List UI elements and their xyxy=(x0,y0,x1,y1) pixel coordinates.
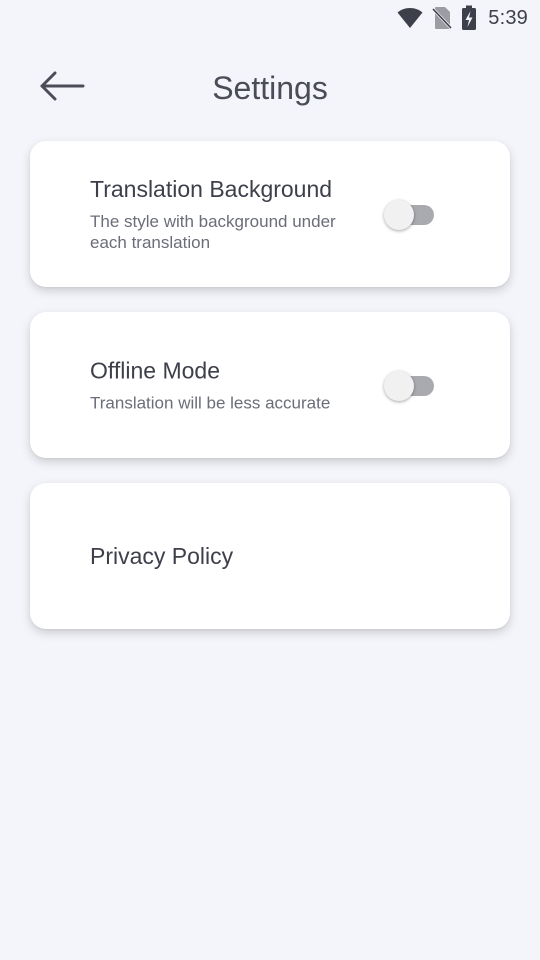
setting-text: Privacy Policy xyxy=(90,542,450,570)
status-bar: 5:39 xyxy=(0,0,540,36)
setting-card-translation-background: Translation Background The style with ba… xyxy=(30,141,510,287)
setting-card-offline-mode: Offline Mode Translation will be less ac… xyxy=(30,312,510,458)
app-bar: Settings xyxy=(0,54,540,124)
wifi-icon xyxy=(397,7,423,29)
status-time: 5:39 xyxy=(488,6,528,29)
page-title: Settings xyxy=(212,70,328,106)
setting-title: Privacy Policy xyxy=(90,543,234,569)
setting-text: Offline Mode Translation will be less ac… xyxy=(90,357,370,414)
status-icons: 5:39 xyxy=(397,5,528,31)
privacy-policy-card[interactable]: Privacy Policy xyxy=(30,483,510,629)
setting-text: Translation Background The style with ba… xyxy=(90,175,370,253)
offline-mode-toggle[interactable] xyxy=(384,370,436,401)
toggle-thumb xyxy=(384,200,414,230)
setting-description: The style with background under each tra… xyxy=(90,212,336,252)
translation-background-toggle[interactable] xyxy=(384,199,436,230)
setting-title: Translation Background xyxy=(90,176,333,202)
battery-charging-icon xyxy=(461,5,477,31)
setting-description: Translation will be less accurate xyxy=(90,393,331,413)
setting-title: Offline Mode xyxy=(90,357,220,384)
toggle-thumb xyxy=(384,371,414,401)
no-sim-icon xyxy=(432,6,453,30)
